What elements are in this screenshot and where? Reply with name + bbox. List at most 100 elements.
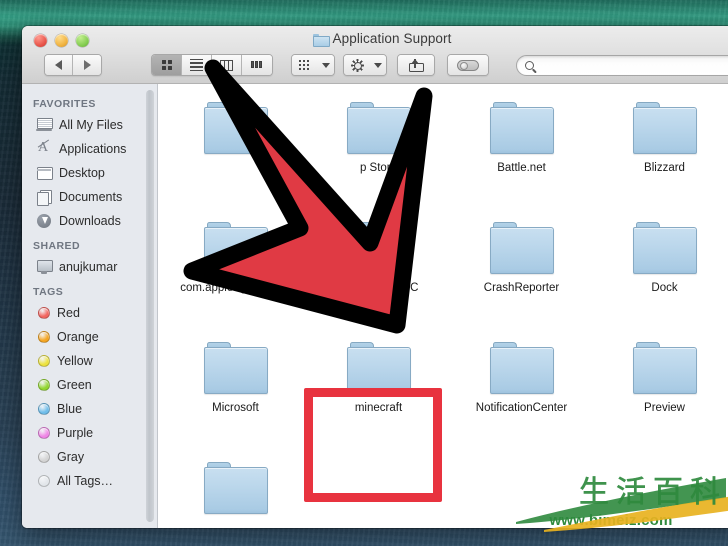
action-menu-button[interactable] xyxy=(343,54,387,76)
search-input[interactable] xyxy=(539,59,728,71)
arrange-caret-cell[interactable] xyxy=(318,55,334,75)
sidebar-item-applications[interactable]: Applications xyxy=(22,137,157,161)
file-label: minecraft xyxy=(354,402,403,414)
sidebar-item-purple[interactable]: Purple xyxy=(22,421,157,445)
file-browser-content[interactable]: p Store Battle.net Blizzard com.apple.Quick… xyxy=(158,84,728,528)
sidebar-item-label: All My Files xyxy=(59,118,123,132)
forward-button[interactable] xyxy=(73,55,101,75)
sidebar-item-all-my-files[interactable]: All My Files xyxy=(22,113,157,137)
gear-icon-cell[interactable] xyxy=(344,55,370,75)
shared-computer-icon xyxy=(36,260,53,274)
arrange-button[interactable] xyxy=(291,54,335,76)
documents-icon xyxy=(36,190,52,206)
file-label: Blizzard xyxy=(644,162,685,174)
folder-icon xyxy=(346,102,411,154)
file-item[interactable]: Preview xyxy=(593,332,728,452)
sidebar-item-label: Red xyxy=(57,306,80,320)
action-caret-cell[interactable] xyxy=(370,55,386,75)
list-view-button[interactable] xyxy=(182,55,212,75)
folder-icon xyxy=(203,342,268,394)
folder-icon xyxy=(632,342,697,394)
window-body: FAVORITES All My Files Applications Desktop… xyxy=(22,84,728,528)
sidebar-item-red[interactable]: Red xyxy=(22,301,157,325)
sidebar-item-label: Orange xyxy=(57,330,99,344)
tag-dot-icon xyxy=(38,475,50,487)
sidebar-item-label: Documents xyxy=(59,190,123,204)
icon-grid: p Store Battle.net Blizzard com.apple.Quick… xyxy=(158,84,728,528)
list-icon xyxy=(190,58,203,72)
edit-tags-button[interactable] xyxy=(447,54,489,76)
file-label: Microsoft xyxy=(212,402,259,414)
folder-icon xyxy=(346,342,411,394)
file-item[interactable]: Blizzard xyxy=(593,92,728,212)
file-item[interactable]: p Store xyxy=(307,92,450,212)
file-label: CrashReporter xyxy=(483,282,560,294)
file-item[interactable]: NotificationCenter xyxy=(450,332,593,452)
sidebar-item-yellow[interactable]: Yellow xyxy=(22,349,157,373)
back-button[interactable] xyxy=(45,55,73,75)
file-item[interactable] xyxy=(164,92,307,212)
search-field[interactable] xyxy=(516,54,728,76)
file-item[interactable]: Battle.net xyxy=(450,92,593,212)
sidebar-item-label: Blue xyxy=(57,402,83,416)
coverflow-view-button[interactable] xyxy=(242,55,272,75)
file-item[interactable] xyxy=(164,452,307,528)
finder-toolbar xyxy=(22,52,728,78)
column-view-button[interactable] xyxy=(212,55,242,75)
window-title: Application Support xyxy=(22,31,728,47)
share-icon-cell[interactable] xyxy=(398,55,434,75)
file-item[interactable]: CrashReporter xyxy=(450,212,593,332)
tag-dot-icon xyxy=(38,307,50,319)
tag-dot-icon xyxy=(38,331,50,343)
folder-icon xyxy=(632,222,697,274)
desktop-icon xyxy=(36,166,53,180)
file-item[interactable]: Dock xyxy=(593,212,728,332)
arrange-icon-cell[interactable] xyxy=(292,55,318,75)
sidebar-item-gray[interactable]: Gray xyxy=(22,445,157,469)
arrange-icon xyxy=(299,59,311,71)
tags-icon-cell[interactable] xyxy=(448,55,488,75)
file-label: Battle.net xyxy=(497,162,546,174)
sidebar-section-header: FAVORITES xyxy=(33,98,96,110)
sidebar-item-documents[interactable]: Documents xyxy=(22,185,157,209)
sidebar-item-label: Purple xyxy=(57,426,94,440)
file-label: com.apple.TCC xyxy=(338,282,419,294)
sidebar-item-downloads[interactable]: Downloads xyxy=(22,209,157,233)
coverflow-icon xyxy=(250,60,264,71)
tag-dot-icon xyxy=(38,427,50,439)
file-label: NotificationCenter xyxy=(475,402,568,414)
downloads-icon xyxy=(36,214,52,228)
folder-icon xyxy=(489,102,554,154)
sidebar-section-header: SHARED xyxy=(33,240,81,252)
sidebar-item-all-tags[interactable]: All Tags… xyxy=(22,469,157,493)
folder-icon xyxy=(203,222,268,274)
file-item[interactable]: com.apple.TCC xyxy=(307,212,450,332)
sidebar-item-label: Downloads xyxy=(59,214,121,228)
share-button[interactable] xyxy=(397,54,435,76)
file-item[interactable]: Microsoft xyxy=(164,332,307,452)
tag-dot-icon xyxy=(38,451,50,463)
folder-icon xyxy=(489,342,554,394)
sidebar-item-anujkumar[interactable]: anujkumar xyxy=(22,255,157,279)
sidebar-item-label: anujkumar xyxy=(59,260,118,274)
search-icon xyxy=(525,60,534,70)
folder-icon xyxy=(489,222,554,274)
chevron-left-icon xyxy=(55,60,62,70)
sidebar-scrollbar[interactable] xyxy=(146,90,154,522)
sidebar-item-desktop[interactable]: Desktop xyxy=(22,161,157,185)
sidebar-item-orange[interactable]: Orange xyxy=(22,325,157,349)
columns-icon xyxy=(220,59,233,71)
folder-icon xyxy=(346,222,411,274)
share-icon xyxy=(408,58,424,72)
file-label: p Store xyxy=(359,162,398,174)
window-titlebar: Application Support xyxy=(22,26,728,84)
sidebar-item-green[interactable]: Green xyxy=(22,373,157,397)
icon-view-button[interactable] xyxy=(152,55,182,75)
file-item[interactable]: minecraft xyxy=(307,332,450,452)
navigation-buttons xyxy=(44,54,102,76)
tag-dot-icon xyxy=(38,403,50,415)
file-item[interactable]: com.apple.QuickLook xyxy=(164,212,307,332)
sidebar-item-blue[interactable]: Blue xyxy=(22,397,157,421)
window-title-text: Application Support xyxy=(332,31,452,46)
gear-icon xyxy=(350,58,364,72)
